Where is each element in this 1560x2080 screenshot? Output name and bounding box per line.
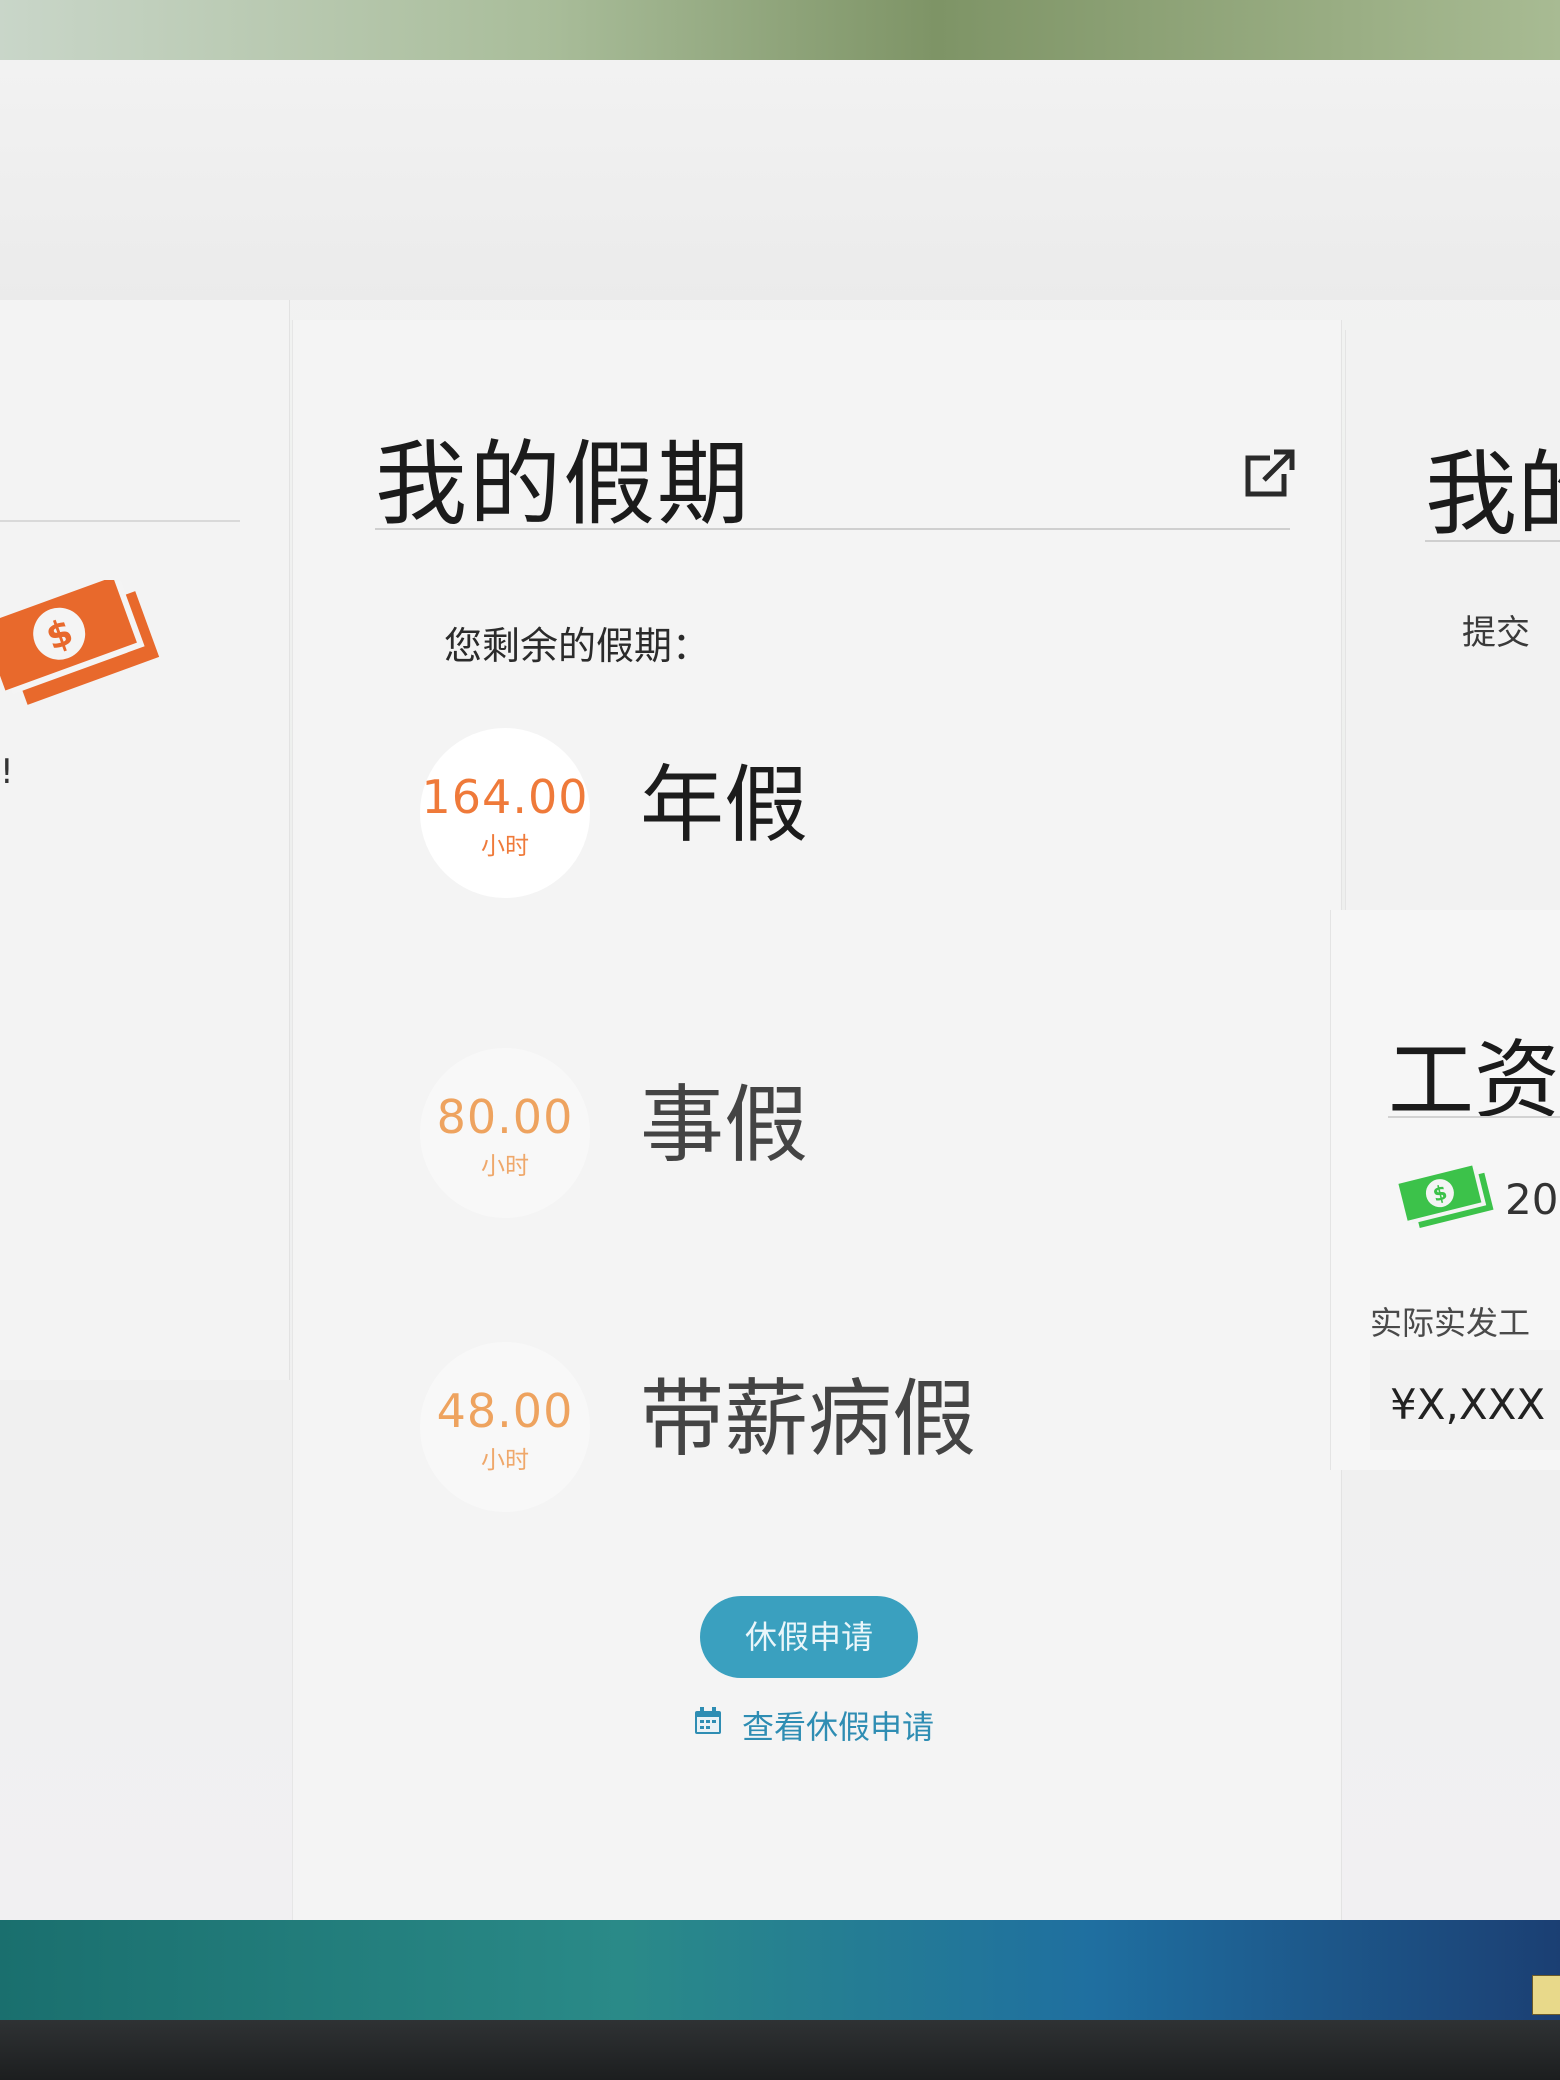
leave-unit: 小时 — [481, 1446, 529, 1474]
leave-row-personal: 80.00 小时 事假 — [410, 1048, 1310, 1228]
leave-name: 带薪病假 — [640, 1370, 977, 1468]
leave-row-annual: 164.00 小时 年假 — [410, 728, 1310, 908]
leave-hours: 48.00 — [436, 1384, 574, 1438]
leave-row-sick: 48.00 小时 带薪病假 — [410, 1342, 1310, 1522]
right-card-subtitle: 提交 — [1462, 613, 1530, 653]
leave-unit: 小时 — [481, 1152, 529, 1180]
money-icon: $ — [1398, 1165, 1494, 1229]
calendar-icon — [695, 1707, 721, 1734]
leave-name: 事假 — [640, 1076, 809, 1174]
apply-leave-button[interactable]: 休假申请 — [700, 1596, 918, 1678]
salary-amount: ¥X,XXX — [1390, 1380, 1546, 1429]
card-divider — [375, 528, 1290, 530]
money-icon: $ — [0, 580, 160, 705]
salary-divider — [1388, 1116, 1560, 1118]
left-card-divider — [0, 520, 240, 522]
leave-hours: 80.00 — [436, 1090, 574, 1144]
leave-hours: 164.00 — [421, 770, 589, 824]
right-card-divider — [1425, 540, 1560, 542]
right-card-title: 我的 — [1425, 441, 1560, 548]
header-band — [0, 60, 1560, 300]
left-card-text: ! — [0, 752, 14, 792]
monitor-bezel — [0, 2020, 1560, 2080]
leave-name: 年假 — [640, 756, 809, 854]
external-link-icon[interactable] — [1240, 448, 1298, 500]
salary-label: 实际实发工 — [1370, 1304, 1531, 1342]
remaining-label: 您剩余的假期： — [444, 624, 711, 668]
taskbar — [0, 1920, 1560, 2020]
left-card — [0, 300, 290, 1380]
leave-unit: 小时 — [481, 832, 529, 860]
salary-year: 20 — [1505, 1175, 1559, 1224]
card-title: 我的假期 — [375, 431, 752, 538]
view-link-label: 查看休假申请 — [742, 1708, 935, 1746]
tray-icon[interactable] — [1532, 1975, 1560, 2015]
